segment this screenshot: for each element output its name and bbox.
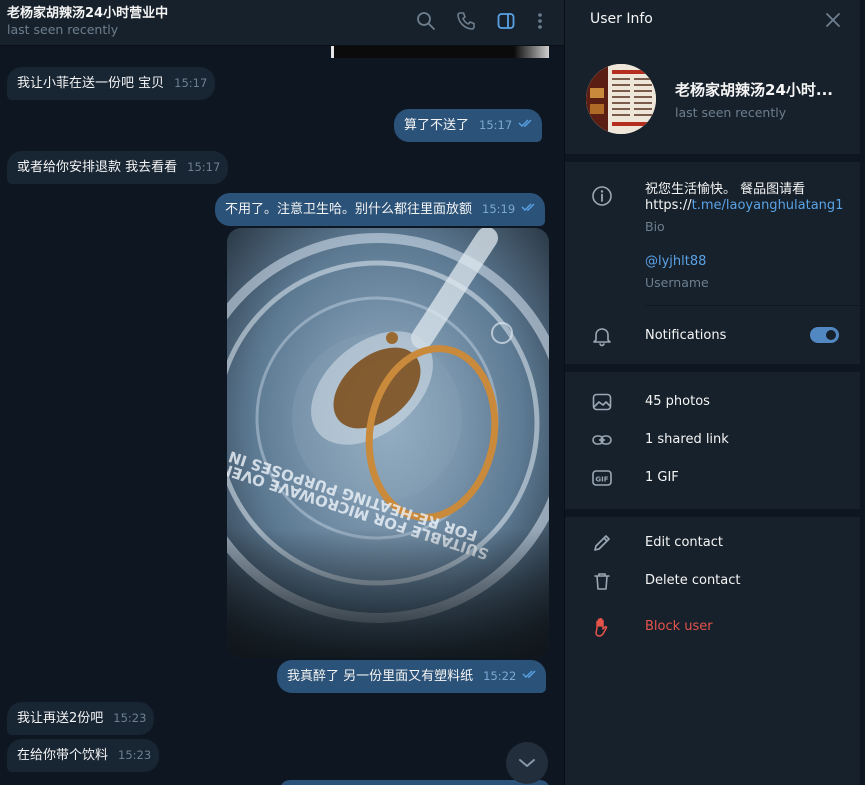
message-text: 我真醉了 另一份里面又有塑料纸: [287, 669, 474, 684]
photo-container-lid: FOR RE-HEATING PURPOSES IN SUITABLE FOR …: [227, 228, 549, 658]
message-outgoing[interactable]: 我真醉了 另一份里面又有塑料纸 15:22: [277, 659, 547, 693]
chat-area: 老杨家胡辣汤24小时营业中 last seen recently 我让小菲在送一…: [0, 0, 564, 785]
message-incoming[interactable]: 在给你带个饮料 15:23: [7, 739, 160, 772]
divider: [645, 305, 861, 306]
more-vertical-icon[interactable]: [527, 8, 553, 34]
user-status: last seen recently: [675, 105, 787, 120]
photo-message[interactable]: FOR RE-HEATING PURPOSES IN SUITABLE FOR …: [227, 228, 549, 658]
edit-contact-button[interactable]: Edit contact: [645, 535, 723, 550]
scroll-down-button[interactable]: [506, 742, 548, 784]
message-incoming[interactable]: 我让再送2份吧 15:23: [7, 702, 155, 735]
photo-icon: [591, 391, 613, 413]
message-time: 15:19: [482, 202, 516, 216]
chat-header[interactable]: 老杨家胡辣汤24小时营业中 last seen recently: [0, 0, 564, 46]
window-edge: [860, 0, 865, 785]
shared-links-item[interactable]: 1 shared link: [645, 432, 729, 447]
toggle-knob: [824, 328, 838, 342]
read-ticks-icon: [521, 192, 537, 225]
sidebar-toggle-icon[interactable]: [493, 8, 519, 34]
message-outgoing[interactable]: 不用了。注意卫生哈。别什么都往里面放额 15:19: [215, 192, 546, 226]
chevron-down-icon: [519, 759, 535, 767]
hand-icon: [591, 616, 613, 638]
username-label: Username: [645, 275, 709, 290]
divider: [565, 364, 861, 372]
avatar[interactable]: [586, 64, 656, 134]
phone-icon[interactable]: [453, 8, 479, 34]
message-time: 15:22: [483, 669, 517, 683]
message-text: 不用了。注意卫生哈。别什么都往里面放额: [225, 202, 473, 217]
photos-item[interactable]: 45 photos: [645, 394, 710, 409]
svg-text:GIF: GIF: [595, 476, 608, 484]
message-list[interactable]: 我让小菲在送一份吧 宝贝 15:17 算了不送了 15:17 或者给你安排退款 我去…: [0, 46, 564, 785]
user-info-panel: User Info 老杨家胡辣汤24小时... last seen recent…: [564, 0, 861, 785]
message-time: 15:17: [174, 76, 208, 90]
message-incoming[interactable]: 或者给你安排退款 我去看看 15:17: [7, 151, 229, 184]
delete-contact-button[interactable]: Delete contact: [645, 573, 741, 588]
notifications-label: Notifications: [645, 328, 727, 343]
read-ticks-icon: [518, 108, 534, 141]
message-text: 在给你带个饮料: [17, 748, 109, 763]
message-time: 15:23: [118, 748, 152, 762]
block-user-button[interactable]: Block user: [645, 619, 713, 634]
message-text: 我让再送2份吧: [17, 711, 104, 726]
message-time: 15:17: [187, 160, 221, 174]
bio-link-line[interactable]: https://t.me/laoyanghulatang1: [645, 198, 843, 213]
chat-title[interactable]: 老杨家胡辣汤24小时营业中: [7, 2, 168, 21]
chat-status: last seen recently: [7, 22, 119, 37]
notifications-toggle[interactable]: [810, 327, 839, 343]
link-icon: [591, 429, 613, 451]
divider: [565, 509, 861, 517]
trash-icon: [591, 570, 613, 592]
message-incoming[interactable]: 我让小菲在送一份吧 宝贝 15:17: [7, 67, 216, 100]
gif-icon: GIF: [591, 467, 613, 489]
bio-link-prefix: https://: [645, 198, 692, 213]
info-icon: [591, 185, 613, 207]
pencil-icon: [591, 532, 613, 554]
message-time: 15:23: [113, 711, 147, 725]
message-time: 15:17: [479, 118, 513, 132]
panel-title: User Info: [590, 11, 653, 27]
search-icon[interactable]: [413, 8, 439, 34]
read-ticks-icon: [522, 659, 538, 692]
username-value[interactable]: @lyjhlt88: [645, 254, 706, 269]
previous-photo-fragment[interactable]: [331, 46, 549, 58]
bio-label: Bio: [645, 219, 665, 234]
bio-link[interactable]: t.me/laoyanghulatang1: [692, 198, 844, 213]
user-name: 老杨家胡辣汤24小时...: [675, 81, 833, 99]
close-icon[interactable]: [823, 10, 843, 30]
next-message-fragment[interactable]: [280, 780, 550, 785]
message-outgoing[interactable]: 算了不送了 15:17: [394, 108, 543, 142]
message-text: 我让小菲在送一份吧 宝贝: [17, 76, 165, 91]
bell-icon: [591, 325, 613, 347]
bio-text: 祝您生活愉快。 餐品图请看: [645, 182, 806, 197]
gifs-item[interactable]: 1 GIF: [645, 470, 679, 485]
message-text: 算了不送了: [404, 118, 470, 133]
message-text: 或者给你安排退款 我去看看: [17, 160, 178, 175]
divider: [565, 154, 861, 162]
